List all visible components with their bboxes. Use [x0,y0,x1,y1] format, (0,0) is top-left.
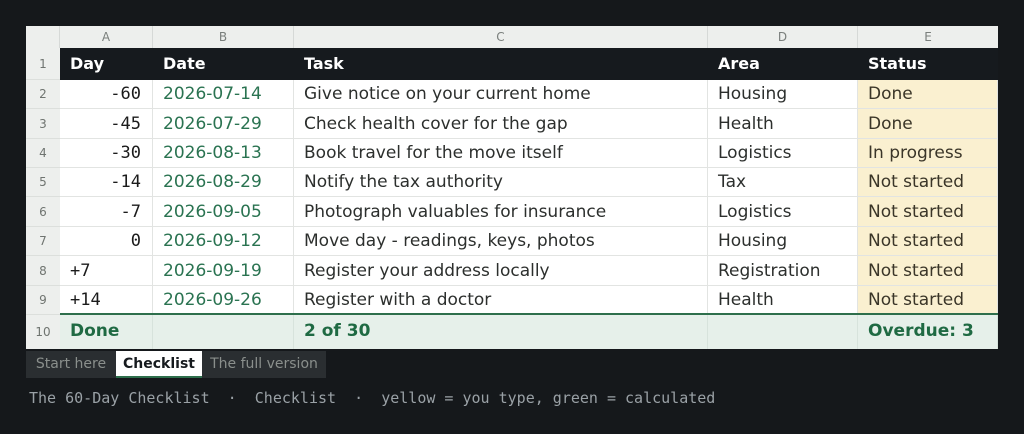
cell-date[interactable]: 2026-09-12 [153,227,294,256]
cell-task[interactable]: Give notice on your current home [294,80,708,109]
table-row: -60 2026-07-14 Give notice on your curre… [60,80,998,109]
cell-status[interactable]: In progress [858,139,998,168]
cell-status[interactable]: Not started [858,197,998,227]
table-row: +14 2026-09-26 Register with a doctor He… [60,286,998,315]
cell-date[interactable]: 2026-07-14 [153,80,294,109]
cell-task[interactable]: Register your address locally [294,256,708,286]
row-header-4[interactable]: 4 [26,139,60,168]
column-header-c[interactable]: C [294,26,708,48]
table-row: -14 2026-08-29 Notify the tax authority … [60,168,998,197]
cell-task[interactable]: Register with a doctor [294,286,708,315]
cell-day[interactable]: -7 [60,197,153,227]
table-row: +7 2026-09-19 Register your address loca… [60,256,998,286]
row-header-2[interactable]: 2 [26,80,60,109]
header-day[interactable]: Day [60,48,153,80]
cell-date[interactable]: 2026-09-19 [153,256,294,286]
cell-day[interactable]: +14 [60,286,153,315]
summary-row: Done 2 of 30 Overdue: 3 [60,313,998,349]
cell-date[interactable]: 2026-09-05 [153,197,294,227]
cell-day[interactable]: -14 [60,168,153,197]
cell-status[interactable]: Not started [858,168,998,197]
cell-date[interactable]: 2026-07-29 [153,109,294,139]
cell-day[interactable]: -60 [60,80,153,109]
column-header-d[interactable]: D [708,26,858,48]
spreadsheet-grid: A B C D E 1 2 3 4 5 6 7 8 9 10 Day Date … [26,26,998,349]
cell-area[interactable]: Logistics [708,139,858,168]
cell-day[interactable]: 0 [60,227,153,256]
header-date[interactable]: Date [153,48,294,80]
cell-status[interactable]: Not started [858,227,998,256]
table-row: -30 2026-08-13 Book travel for the move … [60,139,998,168]
cell-task[interactable]: Check health cover for the gap [294,109,708,139]
column-header-b[interactable]: B [153,26,294,48]
column-header-a[interactable]: A [60,26,153,48]
row-header-5[interactable]: 5 [26,168,60,197]
select-all-corner[interactable] [26,26,60,48]
cell-task[interactable]: Notify the tax authority [294,168,708,197]
cell-task[interactable]: Book travel for the move itself [294,139,708,168]
cell-date[interactable]: 2026-09-26 [153,286,294,315]
cell-date[interactable]: 2026-08-29 [153,168,294,197]
cell-task[interactable]: Photograph valuables for insurance [294,197,708,227]
cell-day[interactable]: -30 [60,139,153,168]
tab-start-here[interactable]: Start here [26,351,116,378]
summary-date-cell[interactable] [153,315,294,349]
header-status[interactable]: Status [858,48,998,80]
row-header-1[interactable]: 1 [26,48,60,80]
table-header-row: Day Date Task Area Status [60,48,998,80]
cell-status[interactable]: Not started [858,286,998,315]
row-header-10[interactable]: 10 [26,315,60,349]
cell-area[interactable]: Housing [708,227,858,256]
cell-date[interactable]: 2026-08-13 [153,139,294,168]
cell-area[interactable]: Registration [708,256,858,286]
summary-label[interactable]: Done [60,315,153,349]
summary-area-cell[interactable] [708,315,858,349]
cell-day[interactable]: -45 [60,109,153,139]
cell-area[interactable]: Health [708,286,858,315]
cell-area[interactable]: Logistics [708,197,858,227]
row-header-7[interactable]: 7 [26,227,60,256]
tab-checklist[interactable]: Checklist [116,351,202,378]
header-task[interactable]: Task [294,48,708,80]
caption-text: The 60-Day Checklist · Checklist · yello… [29,389,716,407]
row-header-6[interactable]: 6 [26,197,60,227]
column-header-bar: A B C D E [26,26,998,48]
cell-task[interactable]: Move day - readings, keys, photos [294,227,708,256]
summary-count[interactable]: 2 of 30 [294,315,708,349]
cell-area[interactable]: Tax [708,168,858,197]
row-header-9[interactable]: 9 [26,286,60,315]
column-header-e[interactable]: E [858,26,998,48]
table-row: -45 2026-07-29 Check health cover for th… [60,109,998,139]
cell-area[interactable]: Housing [708,80,858,109]
tab-full-version[interactable]: The full version [202,351,326,378]
cell-day[interactable]: +7 [60,256,153,286]
cell-status[interactable]: Done [858,80,998,109]
table-row: 0 2026-09-12 Move day - readings, keys, … [60,227,998,256]
cell-area[interactable]: Health [708,109,858,139]
cell-status[interactable]: Not started [858,256,998,286]
summary-overdue[interactable]: Overdue: 3 [858,315,998,349]
cell-status[interactable]: Done [858,109,998,139]
row-header-8[interactable]: 8 [26,256,60,286]
sheet-tab-bar: Start here Checklist The full version [26,351,998,378]
row-header-3[interactable]: 3 [26,109,60,139]
header-area[interactable]: Area [708,48,858,80]
table-row: -7 2026-09-05 Photograph valuables for i… [60,197,998,227]
